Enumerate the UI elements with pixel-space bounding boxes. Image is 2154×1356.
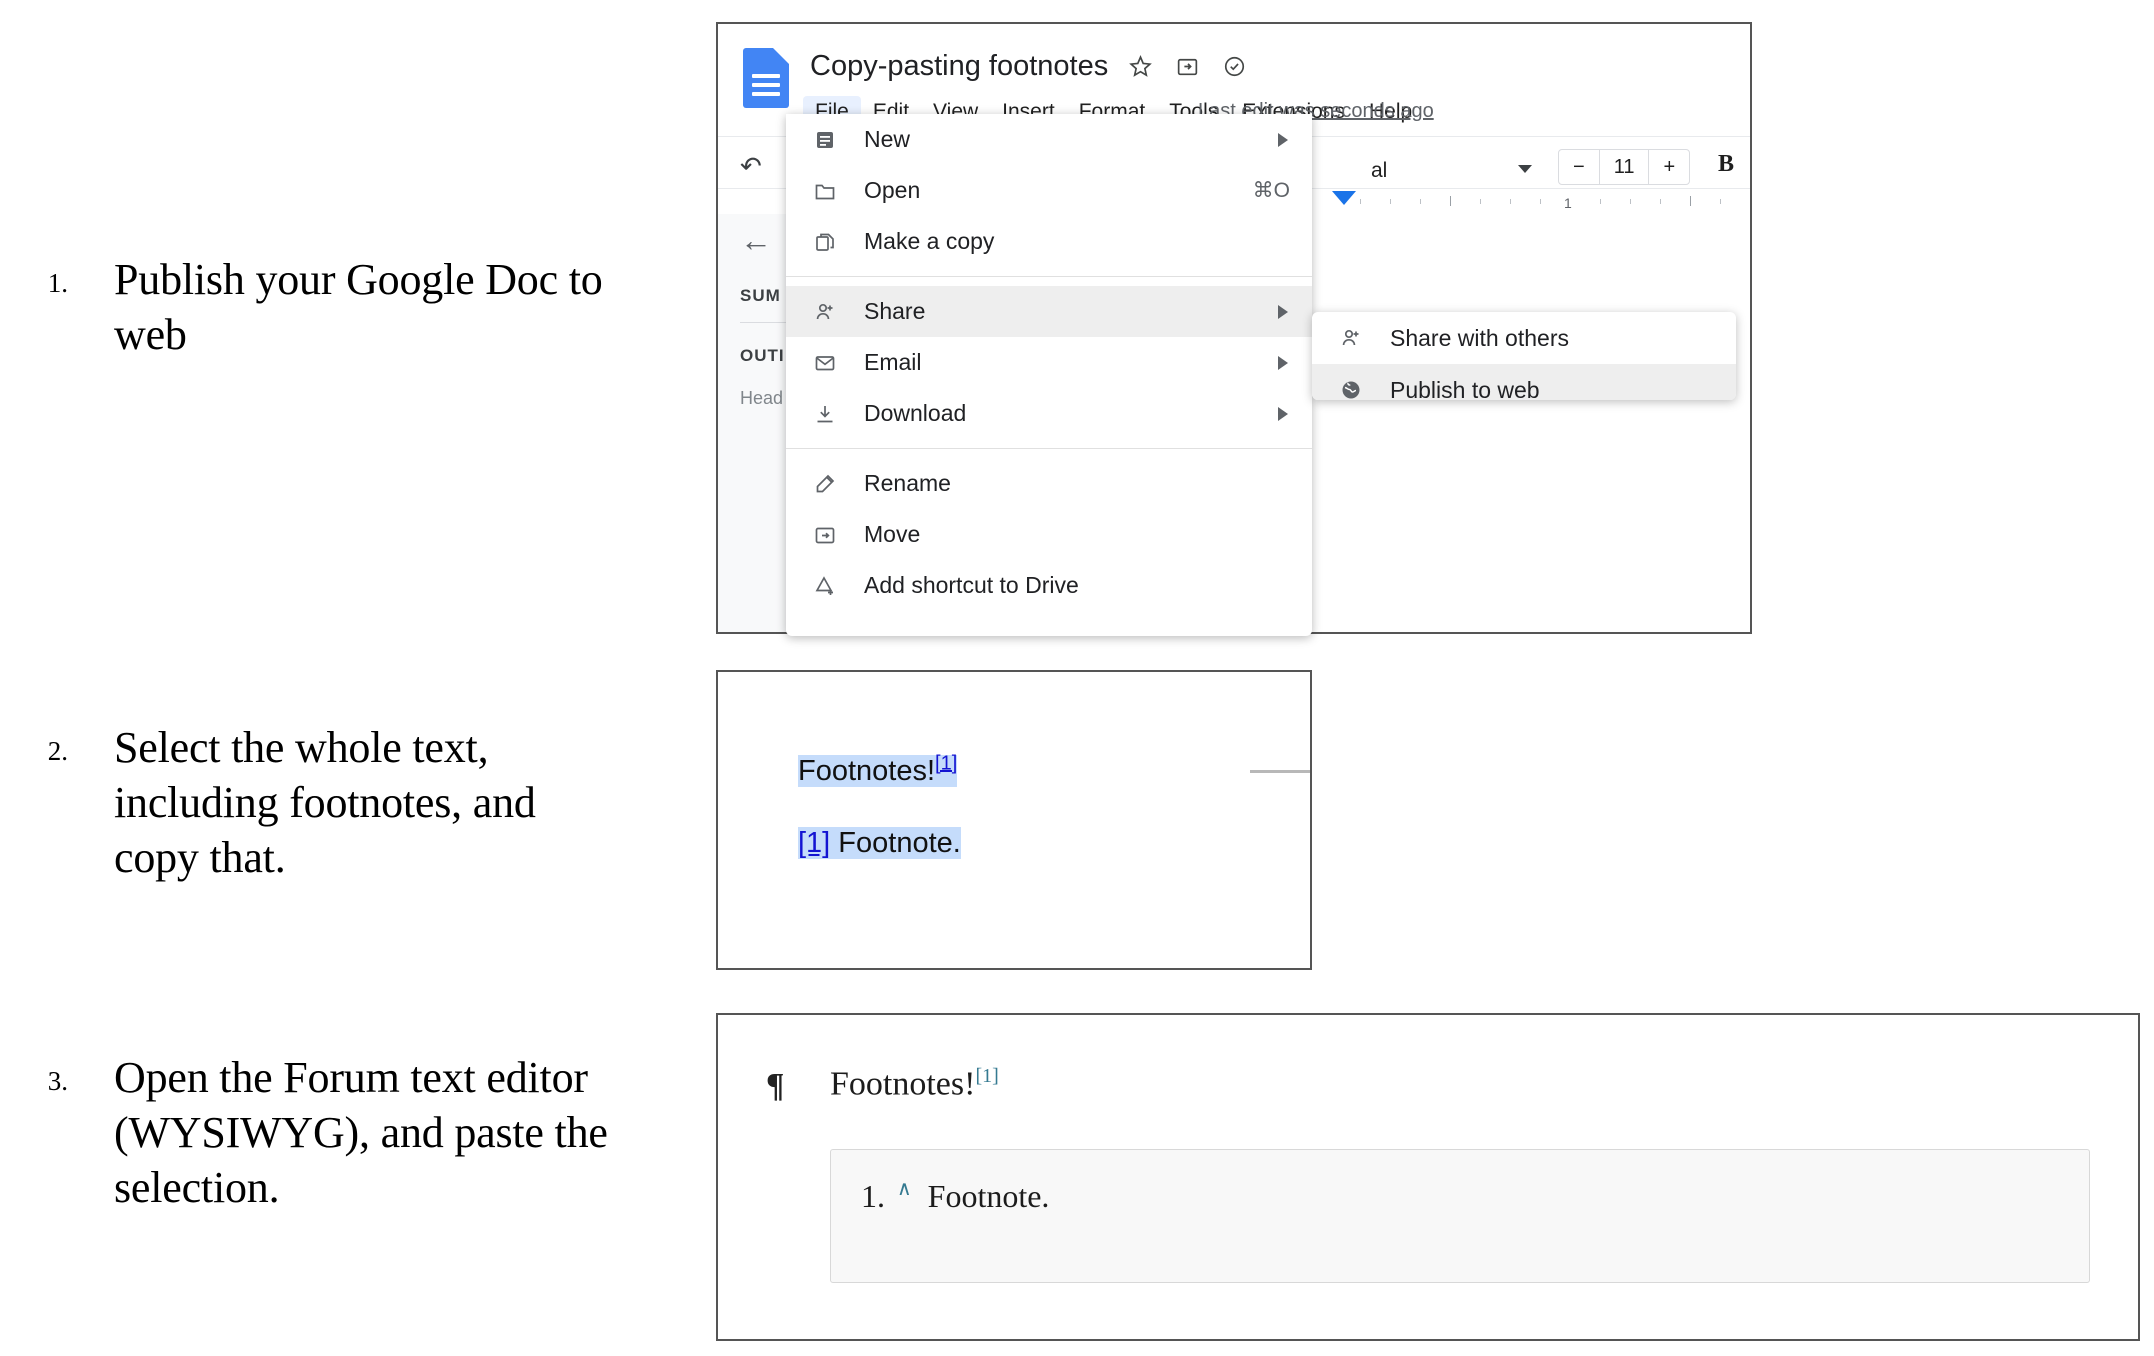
move-to-folder-icon[interactable]: [1175, 54, 1200, 79]
step-item: 2. Select the whole text, including foot…: [6, 720, 626, 885]
font-size-stepper: − 11 +: [1558, 149, 1690, 185]
document-icon: [808, 127, 842, 153]
menu-item-label: Move: [864, 521, 1294, 548]
menu-item-label: Open: [864, 177, 1253, 204]
menu-item-label: Share: [864, 298, 1278, 325]
move-folder-icon: [808, 522, 842, 548]
submenu-item-publish-to-web[interactable]: Publish to web: [1312, 364, 1736, 400]
footnote-reference-link[interactable]: [1]: [935, 752, 957, 774]
font-size-value[interactable]: 11: [1600, 150, 1650, 184]
menu-item-label: Email: [864, 349, 1278, 376]
star-icon[interactable]: [1128, 54, 1153, 79]
menu-item-label: New: [864, 126, 1278, 153]
footnote-backlink[interactable]: [1]: [798, 827, 830, 859]
menu-item-label: Rename: [864, 470, 1294, 497]
footnote-number: 1.: [861, 1178, 897, 1215]
copy-icon: [808, 229, 842, 255]
submenu-arrow-icon: [1278, 305, 1288, 319]
menu-item-label: Download: [864, 400, 1278, 427]
download-icon: [808, 401, 842, 427]
font-size-increase-button[interactable]: +: [1649, 150, 1689, 184]
submenu-item-label: Share with others: [1390, 325, 1718, 352]
google-docs-logo-icon: [743, 48, 789, 108]
forum-paragraph: Footnotes![1]: [830, 1065, 999, 1103]
submenu-arrow-icon: [1278, 356, 1288, 370]
font-family-selector[interactable]: al: [1371, 159, 1387, 183]
person-add-icon: [808, 299, 842, 325]
footnote-box: 1. ∧ Footnote.: [830, 1149, 2090, 1283]
submenu-arrow-icon: [1278, 133, 1288, 147]
page-divider: [1250, 770, 1310, 773]
submenu-arrow-icon: [1278, 407, 1288, 421]
menu-separator: [786, 448, 1312, 449]
bold-button[interactable]: B: [1718, 151, 1734, 178]
menu-item-shortcut: ⌘O: [1253, 178, 1290, 203]
person-add-icon: [1334, 325, 1368, 351]
undo-icon[interactable]: ↶: [740, 151, 762, 182]
menu-item-label: Add shortcut to Drive: [864, 572, 1294, 599]
footnote-reference-link[interactable]: [1]: [975, 1065, 998, 1087]
menu-item-open[interactable]: Open ⌘O: [786, 165, 1312, 216]
title-action-icons: [1128, 54, 1247, 79]
envelope-icon: [808, 350, 842, 376]
folder-icon: [808, 178, 842, 204]
menu-separator: [786, 276, 1312, 277]
submenu-item-label: Publish to web: [1390, 377, 1718, 401]
outline-heading: OUTI: [740, 346, 785, 366]
menu-item-make-a-copy[interactable]: Make a copy: [786, 216, 1312, 267]
menu-item-new[interactable]: New: [786, 114, 1312, 165]
step-item: 3. Open the Forum text editor (WYSIWYG),…: [6, 1050, 646, 1215]
pilcrow-icon: ¶: [766, 1067, 784, 1105]
footnote-text: Footnote.: [928, 1178, 1050, 1215]
file-dropdown-menu: New Open ⌘O Make a copy Share Email D: [786, 114, 1312, 636]
back-arrow-icon[interactable]: ←: [740, 222, 772, 259]
ruler-number: 1: [1564, 195, 1572, 211]
footnote-backlink-caret-icon[interactable]: ∧: [897, 1176, 912, 1201]
instruction-steps: 1. Publish your Google Doc to web 2. Sel…: [0, 0, 700, 1356]
menu-item-add-shortcut-to-drive[interactable]: Add shortcut to Drive: [786, 560, 1312, 611]
ruler-track: 1 2: [1330, 195, 1750, 209]
chevron-down-icon[interactable]: [1518, 165, 1532, 173]
font-size-decrease-button[interactable]: −: [1559, 150, 1600, 184]
submenu-item-share-with-others[interactable]: Share with others: [1312, 312, 1736, 364]
step-number: 1.: [6, 252, 68, 299]
footnote-list-item: 1. ∧ Footnote.: [861, 1178, 1049, 1215]
selected-footnote-line: [1] Footnote.: [798, 827, 961, 860]
menu-item-share[interactable]: Share: [786, 286, 1312, 337]
step-number: 2.: [6, 720, 68, 767]
menu-item-label: Make a copy: [864, 228, 1294, 255]
indent-marker-icon[interactable]: [1332, 191, 1356, 205]
document-title[interactable]: Copy-pasting footnotes: [810, 50, 1108, 83]
menu-item-move[interactable]: Move: [786, 509, 1312, 560]
cloud-saved-icon[interactable]: [1222, 54, 1247, 79]
summary-heading: SUM: [740, 286, 781, 306]
step-text: Open the Forum text editor (WYSIWYG), an…: [114, 1050, 646, 1215]
globe-icon: [1334, 377, 1368, 400]
step-text: Select the whole text, including footnot…: [114, 720, 626, 885]
share-submenu: Share with others Publish to web: [1312, 312, 1736, 400]
text-selection-panel: Footnotes![1] [1] Footnote.: [716, 670, 1312, 970]
menu-item-download[interactable]: Download: [786, 388, 1312, 439]
step-item: 1. Publish your Google Doc to web: [6, 252, 626, 362]
step-text: Publish your Google Doc to web: [114, 252, 626, 362]
add-shortcut-icon: [808, 573, 842, 599]
step-number: 3.: [6, 1050, 68, 1097]
forum-editor-panel: ¶ Footnotes![1] 1. ∧ Footnote.: [716, 1013, 2140, 1341]
menu-item-rename[interactable]: Rename: [786, 458, 1312, 509]
selected-body-line: Footnotes![1]: [798, 752, 957, 788]
pencil-icon: [808, 471, 842, 497]
menu-item-email[interactable]: Email: [786, 337, 1312, 388]
